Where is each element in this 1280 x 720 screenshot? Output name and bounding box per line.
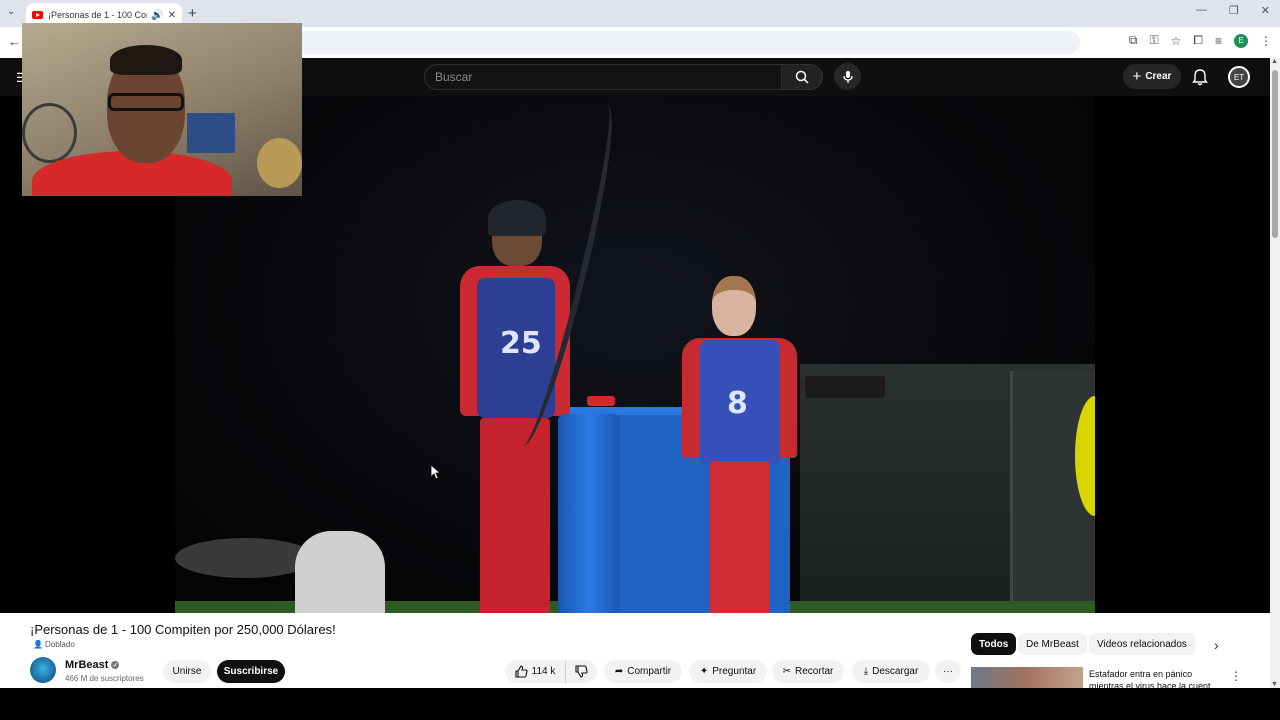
new-tab-button[interactable]: + — [188, 5, 197, 22]
window-controls: — ❐ ✕ — [1196, 4, 1270, 17]
subscribe-button[interactable]: Suscribirse — [217, 660, 285, 683]
red-buzzer — [587, 396, 615, 406]
streamer-glasses — [108, 93, 184, 111]
chip-all[interactable]: Todos — [971, 633, 1017, 655]
inflatable-object — [175, 538, 315, 578]
thumbs-up-icon — [515, 665, 528, 678]
speaker-icon[interactable]: 🔊 — [151, 10, 163, 21]
more-actions-button[interactable]: ··· — [935, 660, 961, 683]
voice-search-button[interactable] — [834, 63, 861, 90]
video-info-section: ¡Personas de 1 - 100 Compiten por 250,00… — [0, 613, 1270, 688]
chip-from-mrbeast[interactable]: De MrBeast — [1018, 633, 1087, 655]
media-control-icon[interactable]: ≡ — [1215, 34, 1222, 48]
verified-icon: ✓ — [111, 661, 120, 669]
bottom-black-bar — [0, 688, 1280, 720]
youtube-favicon-icon — [32, 11, 43, 19]
channel-avatar[interactable] — [30, 657, 56, 683]
clip-label: Recortar — [795, 666, 834, 677]
contestant-girl: 8 — [670, 276, 805, 613]
ask-label: Preguntar — [712, 666, 757, 677]
dubbed-label: Doblado — [44, 640, 75, 649]
shelf-item — [187, 113, 235, 153]
share-icon: ➦ — [614, 666, 624, 677]
close-window-icon[interactable]: ✕ — [1261, 4, 1270, 17]
sparkle-icon: ✦ — [699, 666, 709, 677]
hooded-person — [295, 531, 385, 613]
dubbed-indicator: 👤 Doblado — [33, 640, 75, 649]
person-icon: 👤 — [33, 640, 43, 649]
bookmark-star-icon[interactable]: ☆ — [1171, 34, 1182, 48]
close-tab-icon[interactable]: ✕ — [168, 10, 176, 21]
mouse-cursor-icon — [431, 465, 440, 479]
install-app-icon[interactable]: ⧉ — [1129, 33, 1138, 48]
streamer-hair — [110, 45, 182, 75]
video-frame: 25 8 — [175, 96, 1095, 613]
notifications-bell-icon[interactable] — [1192, 68, 1208, 86]
channel-name[interactable]: MrBeast ✓ — [65, 659, 120, 671]
tab-title: ¡Personas de 1 - 100 Compi — [48, 10, 147, 20]
minimize-icon[interactable]: — — [1196, 4, 1207, 17]
screen: ⌄ ¡Personas de 1 - 100 Compi 🔊 ✕ + — ❐ ✕… — [0, 0, 1280, 720]
like-button[interactable]: 114 k — [505, 660, 565, 683]
back-arrow-icon[interactable]: ← — [8, 34, 21, 49]
fan — [22, 103, 77, 163]
tab-search-icon[interactable]: ⌄ — [7, 6, 15, 17]
toolbar-icons: ⧉ ⚿ ☆ ⧠ ≡ E ⋮ — [1129, 33, 1272, 48]
share-label: Compartir — [627, 666, 672, 677]
clip-button[interactable]: ✂ Recortar — [772, 660, 844, 683]
webcam-overlay — [22, 23, 302, 196]
microphone-icon — [842, 70, 853, 83]
page-scrollbar[interactable]: ▲ ▼ — [1270, 58, 1280, 688]
scroll-down-icon[interactable]: ▼ — [1271, 681, 1278, 688]
search-input[interactable]: Buscar — [424, 64, 782, 90]
share-button[interactable]: ➦ Compartir — [604, 660, 682, 683]
download-label: Descargar — [872, 666, 919, 677]
like-count: 114 k — [531, 666, 556, 677]
recommended-video-title[interactable]: Estafador entra en pánico mientras el vi… — [1089, 668, 1219, 688]
search-button[interactable] — [781, 64, 823, 90]
channel-name-text: MrBeast — [65, 659, 109, 671]
blue-cylinder — [558, 414, 620, 613]
basket — [257, 138, 302, 188]
restore-icon[interactable]: ❐ — [1229, 4, 1239, 17]
jersey-number: 8 — [727, 386, 748, 421]
scissors-icon: ✂ — [782, 666, 792, 677]
thumbs-down-icon — [575, 665, 588, 678]
chip-related-videos[interactable]: Videos relacionados — [1089, 633, 1195, 655]
download-button[interactable]: ⤓ Descargar — [852, 660, 930, 683]
more-vert-icon[interactable]: ⋮ — [1230, 669, 1242, 683]
create-button[interactable]: + Crear — [1123, 64, 1181, 89]
scroll-up-icon[interactable]: ▲ — [1271, 58, 1278, 65]
profile-avatar[interactable]: E — [1234, 33, 1248, 48]
account-avatar[interactable]: ET — [1228, 66, 1250, 88]
chevron-right-icon[interactable]: › — [1214, 637, 1219, 653]
recommended-video-thumbnail[interactable] — [971, 667, 1083, 688]
dislike-button[interactable] — [565, 660, 597, 683]
search-icon — [795, 70, 809, 84]
create-label: Crear — [1145, 71, 1172, 82]
join-button[interactable]: Unirse — [163, 660, 211, 683]
download-icon: ⤓ — [863, 666, 869, 677]
password-key-icon[interactable]: ⚿ — [1149, 33, 1158, 48]
scrollbar-thumb[interactable] — [1272, 70, 1278, 238]
browser-menu-icon[interactable]: ⋮ — [1260, 34, 1272, 48]
subscriber-count: 466 M de suscriptores — [65, 674, 144, 683]
cups-row — [805, 376, 885, 398]
ask-button[interactable]: ✦ Preguntar — [689, 660, 767, 683]
extensions-icon[interactable]: ⧠ — [1193, 33, 1203, 48]
plus-icon: + — [1132, 68, 1142, 85]
video-title: ¡Personas de 1 - 100 Compiten por 250,00… — [30, 622, 336, 637]
